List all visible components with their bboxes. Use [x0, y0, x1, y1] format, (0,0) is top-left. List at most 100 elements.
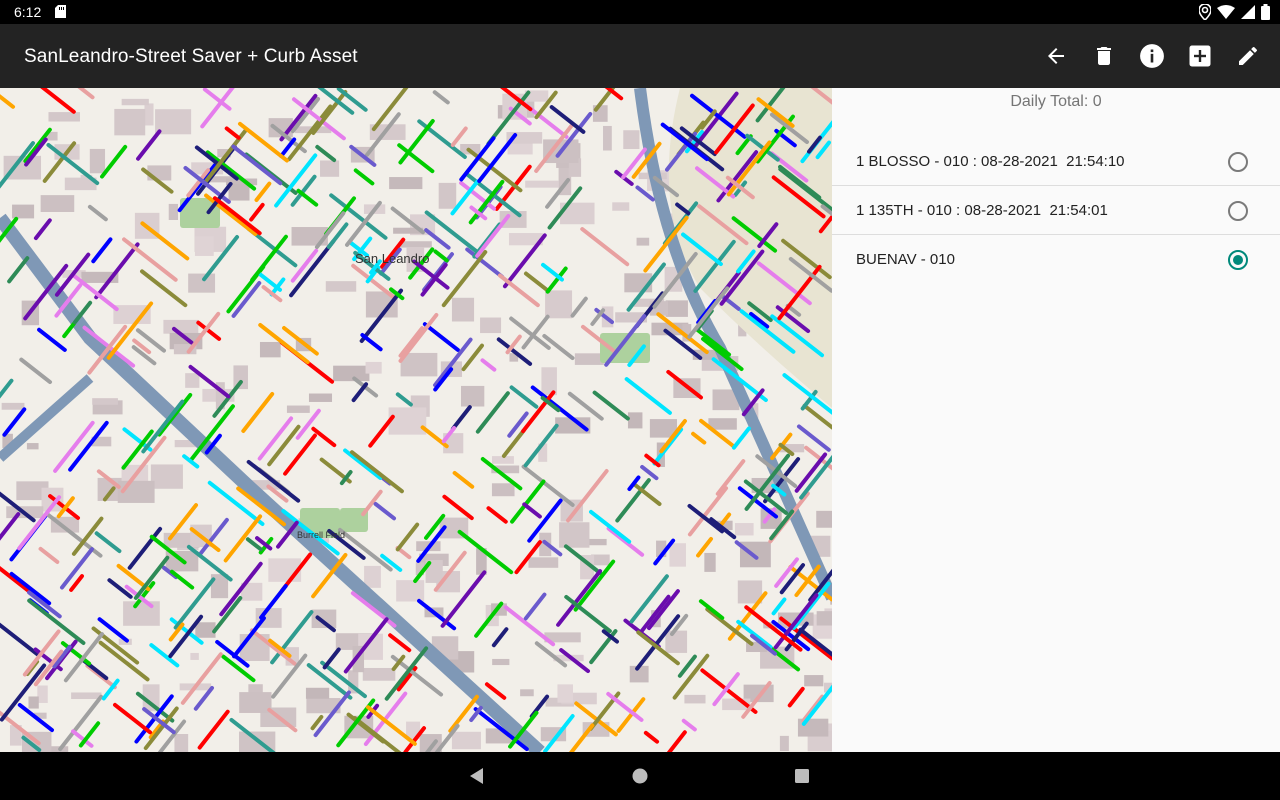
street-segment[interactable] — [98, 640, 150, 682]
street-segment[interactable] — [224, 126, 241, 140]
street-segment[interactable] — [349, 450, 404, 494]
radio-button[interactable] — [1228, 152, 1248, 172]
street-segment[interactable] — [180, 652, 223, 705]
street-segment[interactable] — [62, 321, 76, 339]
street-segment[interactable] — [0, 612, 40, 657]
back-triangle-icon[interactable] — [467, 766, 487, 786]
street-segment[interactable] — [774, 557, 799, 588]
street-segment[interactable] — [360, 333, 383, 352]
street-segment[interactable] — [311, 426, 337, 448]
list-item[interactable]: 1 135TH - 010 : 08-28-2021 21:54:01 — [832, 186, 1280, 235]
street-segment[interactable] — [509, 385, 539, 409]
street-segment[interactable] — [91, 237, 113, 264]
street-segment[interactable] — [351, 382, 369, 403]
street-segment[interactable] — [257, 416, 294, 461]
back-button[interactable] — [1040, 40, 1072, 72]
radio-button[interactable] — [1228, 250, 1248, 270]
street-segment[interactable] — [241, 391, 275, 433]
street-segment[interactable] — [691, 431, 707, 445]
street-segment[interactable] — [173, 577, 216, 630]
info-button[interactable] — [1136, 40, 1168, 72]
street-segment[interactable] — [501, 428, 526, 458]
street-segment[interactable] — [322, 647, 341, 670]
street-segment[interactable] — [422, 322, 460, 352]
street-segment[interactable] — [100, 144, 128, 179]
list-item[interactable]: 1 BLOSSO - 010 : 08-28-2021 21:54:10 — [832, 137, 1280, 186]
street-segment[interactable] — [398, 326, 425, 358]
street-segment[interactable] — [212, 596, 243, 634]
add-button[interactable] — [1184, 40, 1216, 72]
street-segment[interactable] — [566, 469, 609, 523]
street-segment[interactable] — [566, 723, 595, 752]
list-item[interactable]: BUENAV - 010 — [832, 235, 1280, 284]
street-segment[interactable] — [58, 694, 104, 752]
street-segment[interactable] — [223, 514, 263, 563]
street-segment[interactable] — [698, 599, 725, 620]
street-segment[interactable] — [643, 730, 660, 744]
street-segment[interactable] — [589, 509, 632, 544]
street-segment[interactable] — [395, 522, 420, 552]
street-segment[interactable] — [0, 92, 16, 109]
street-segment[interactable] — [681, 718, 697, 732]
street-segment[interactable] — [570, 296, 588, 318]
street-segment[interactable] — [353, 168, 375, 186]
street-segment[interactable] — [395, 392, 413, 407]
street-segment[interactable] — [133, 555, 170, 600]
street-segment[interactable] — [624, 377, 672, 415]
street-segment[interactable] — [580, 227, 630, 267]
street-segment[interactable] — [267, 424, 301, 467]
street-segment[interactable] — [169, 569, 195, 590]
radio-button[interactable] — [1228, 201, 1248, 221]
street-segment[interactable] — [523, 592, 547, 621]
street-segment[interactable] — [420, 425, 449, 449]
street-segment[interactable] — [522, 502, 542, 519]
street-segment[interactable] — [338, 527, 393, 572]
street-segment[interactable] — [19, 357, 53, 385]
street-segment[interactable] — [448, 694, 479, 733]
street-segment[interactable] — [87, 204, 108, 222]
home-circle-icon[interactable] — [630, 766, 650, 786]
street-segment[interactable] — [452, 470, 475, 489]
street-segment[interactable] — [640, 464, 659, 481]
street-segment[interactable] — [17, 702, 54, 733]
street-segment[interactable] — [94, 531, 122, 554]
street-segment[interactable] — [486, 506, 508, 524]
street-segment[interactable] — [249, 202, 265, 222]
street-segment[interactable] — [480, 358, 497, 372]
street-segment[interactable] — [315, 144, 337, 163]
street-segment[interactable] — [32, 88, 76, 114]
street-segment[interactable] — [33, 218, 52, 241]
street-segment[interactable] — [441, 250, 488, 308]
street-segment[interactable] — [140, 269, 188, 308]
recents-square-icon[interactable] — [792, 766, 812, 786]
street-segment[interactable] — [193, 686, 214, 711]
street-segment[interactable] — [296, 188, 319, 207]
street-segment[interactable] — [567, 391, 604, 421]
street-segment[interactable] — [2, 407, 27, 437]
delete-button[interactable] — [1088, 40, 1120, 72]
street-segment[interactable] — [373, 501, 397, 521]
street-segment[interactable] — [38, 546, 60, 564]
street-segment[interactable] — [771, 597, 787, 616]
street-segment[interactable] — [136, 129, 162, 161]
street-segment[interactable] — [475, 213, 511, 258]
street-segment[interactable] — [69, 574, 84, 592]
street-segment[interactable] — [7, 256, 30, 284]
street-segment[interactable] — [74, 88, 95, 100]
street-segment[interactable] — [491, 627, 509, 648]
street-segment[interactable] — [197, 709, 230, 750]
street-segment[interactable] — [361, 489, 383, 517]
street-segment[interactable] — [127, 526, 163, 570]
street-segment[interactable] — [37, 327, 67, 352]
map-view[interactable]: San Leandro Burrell Field — [0, 88, 832, 752]
street-segment[interactable] — [534, 641, 568, 668]
street-segment[interactable] — [450, 126, 468, 148]
street-map[interactable]: San Leandro Burrell Field — [0, 88, 832, 752]
street-segment[interactable] — [564, 594, 612, 634]
street-segment[interactable] — [606, 526, 645, 557]
street-segment[interactable] — [787, 686, 805, 708]
street-segment[interactable] — [140, 221, 190, 261]
street-segment[interactable] — [523, 271, 551, 294]
street-segment[interactable] — [801, 694, 825, 723]
street-segment[interactable] — [433, 249, 449, 263]
